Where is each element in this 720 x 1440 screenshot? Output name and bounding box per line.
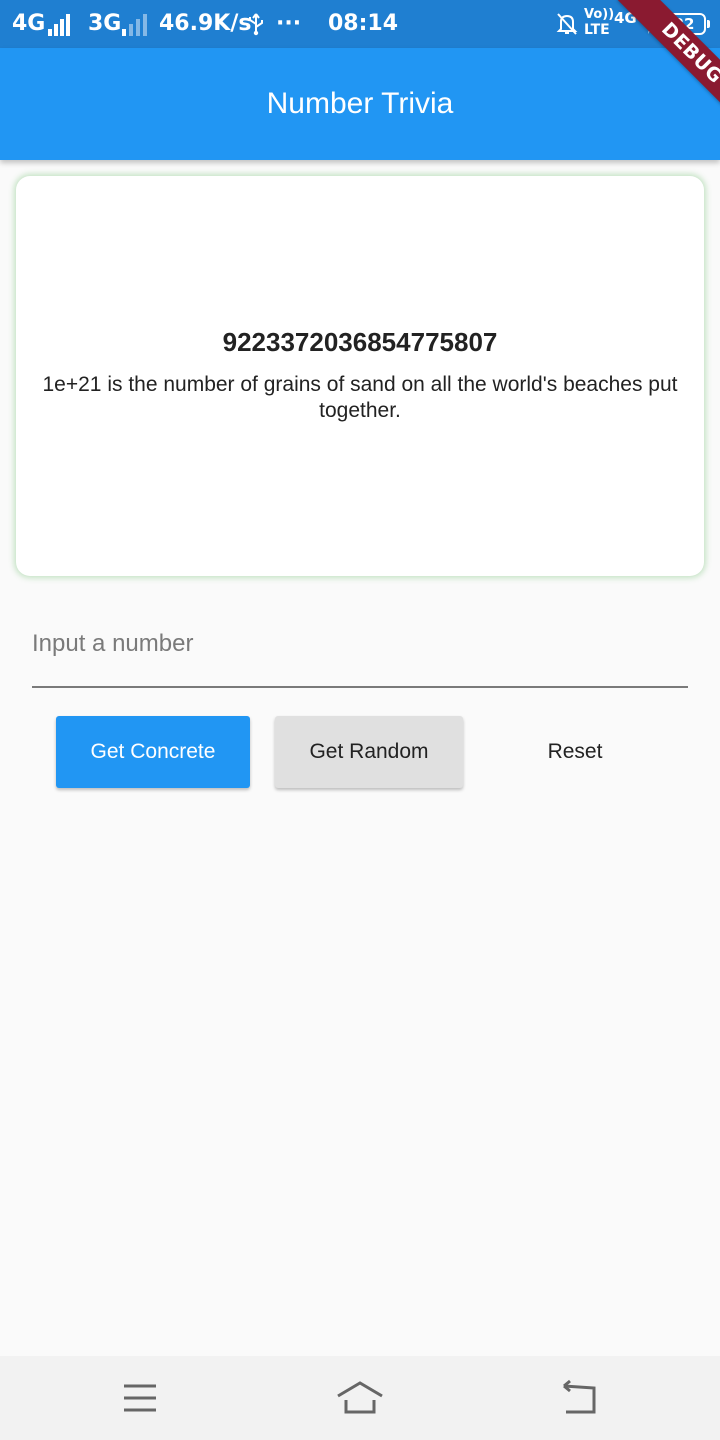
get-random-button[interactable]: Get Random [275,716,463,788]
clock: 08:14 [328,11,399,36]
lte-label: LTE [584,22,610,38]
battery-indicator: 22 [662,13,710,35]
more-icon: ··· [276,11,302,36]
bell-off-icon [556,12,578,43]
signal-icon-2 [122,14,150,36]
system-nav-bar [0,1356,720,1440]
back-icon[interactable] [556,1378,604,1418]
network-type-2: 3G [88,11,122,36]
network-type-3: 4G [614,9,637,27]
reset-button[interactable]: Reset [500,716,650,788]
trivia-number: 9223372036854775807 [222,327,498,357]
usb-icon [246,12,266,43]
volte-label: Vo)) [584,7,615,22]
trivia-card: 9223372036854775807 1e+21 is the number … [16,176,704,576]
lightning-icon [644,14,656,40]
trivia-text: 1e+21 is the number of grains of sand on… [42,373,678,422]
home-icon[interactable] [336,1378,384,1418]
network-speed: 46.9K/s [159,11,252,36]
page-title: Number Trivia [266,87,454,120]
signal-icon [48,14,72,36]
status-bar: 4G 3G 46.9K/s ··· 08:14 Vo)) LTE 4G 22 [0,0,720,48]
menu-icon[interactable] [116,1378,164,1418]
network-type-1: 4G [12,11,46,36]
number-input[interactable] [32,612,688,688]
app-bar: Number Trivia [0,48,720,160]
get-concrete-button[interactable]: Get Concrete [56,716,250,788]
